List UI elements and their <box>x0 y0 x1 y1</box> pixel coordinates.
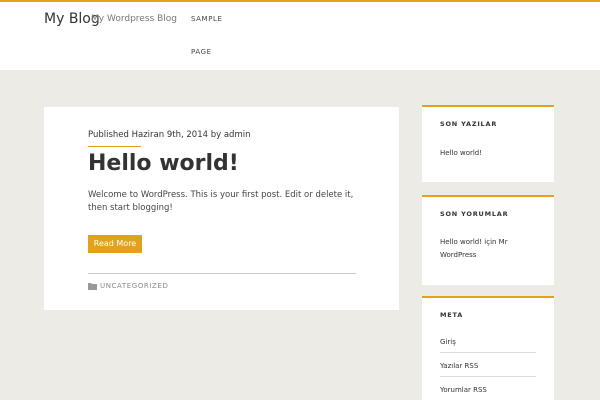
meta-link-comments-rss[interactable]: Yorumlar RSS <box>440 385 536 395</box>
post-title-link[interactable]: Hello world! <box>88 151 239 176</box>
post-divider <box>88 273 356 274</box>
widget-title: SON YORUMLAR <box>440 210 509 218</box>
nav-item-sample[interactable]: SAMPLE <box>191 15 223 23</box>
post-meta: Published Haziran 9th, 2014 by admin <box>88 130 251 140</box>
meta-link-login[interactable]: Giriş <box>440 337 536 347</box>
post-card: Published Haziran 9th, 2014 by admin Hel… <box>44 107 399 310</box>
recent-post-link[interactable]: Hello world! <box>440 147 482 160</box>
post-excerpt: Welcome to WordPress. This is your first… <box>88 190 354 213</box>
recent-comment-link[interactable]: Hello world! için Mr WordPress <box>440 236 540 262</box>
meta-rule <box>88 146 141 147</box>
category-link[interactable]: UNCATEGORIZED <box>100 282 168 290</box>
read-more-button[interactable]: Read More <box>88 235 142 253</box>
widget-title: SON YAZILAR <box>440 120 498 128</box>
site-header: My Blog My Wordpress Blog SAMPLE PAGE <box>0 2 600 70</box>
meta-list: Giriş Yazılar RSS Yorumlar RSS <box>440 337 536 395</box>
meta-divider <box>440 376 536 377</box>
post-category: UNCATEGORIZED <box>88 281 168 291</box>
nav-item-page[interactable]: PAGE <box>191 48 212 56</box>
widget-title: META <box>440 311 464 319</box>
folder-icon <box>88 283 97 290</box>
widget-meta: META Giriş Yazılar RSS Yorumlar RSS <box>422 296 554 400</box>
meta-divider <box>440 352 536 353</box>
widget-recent-comments: SON YORUMLAR Hello world! için Mr WordPr… <box>422 195 554 285</box>
meta-link-posts-rss[interactable]: Yazılar RSS <box>440 361 536 371</box>
site-description: My Wordpress Blog <box>91 14 177 24</box>
widget-recent-posts: SON YAZILAR Hello world! <box>422 105 554 182</box>
